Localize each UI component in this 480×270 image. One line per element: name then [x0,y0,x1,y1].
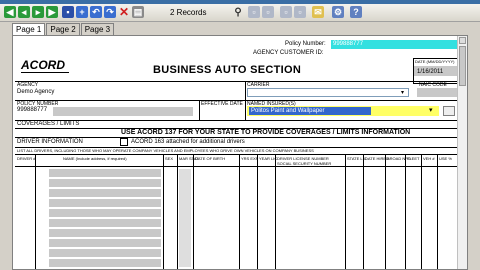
col-use-pct: USE % [439,156,452,161]
driver-name-field[interactable] [49,199,161,207]
divider-line [15,120,459,121]
tab-page-2[interactable]: Page 2 [46,23,80,35]
agency-customer-id-field[interactable] [331,49,459,57]
column-divider [421,154,422,269]
last-record-icon[interactable]: ▶ [46,6,58,18]
policy-number-field[interactable]: 999888777 [331,40,459,49]
column-divider [437,154,438,269]
vertical-scrollbar[interactable] [457,36,467,269]
acord-163-label: ACORD 163 attached for additional driver… [131,139,245,145]
driver-name-field[interactable] [49,229,161,237]
divider-line [245,81,246,121]
form-page: Policy Number: 999888777 AGENCY CUSTOMER… [12,35,468,270]
lookup-button[interactable] [443,106,455,116]
chevron-down-icon[interactable]: ▾ [401,89,404,96]
naic-field[interactable] [417,88,459,97]
policy-number-label: Policy Number: [285,41,326,47]
driver-name-field[interactable] [49,219,161,227]
col-fleet: FLEET [407,156,420,161]
effective-date-label: EFFECTIVE DATE [201,101,243,107]
agency-value[interactable]: Demo Agency [17,89,54,95]
agency-label: AGENCY [17,82,39,88]
column-divider [385,154,386,269]
paste-icon[interactable]: ▫ [280,6,292,18]
column-divider [193,154,194,269]
col-license-num: DRIVER LICENSE NUMBER SOCIAL SECURITY NU… [277,156,332,166]
column-divider [35,154,36,269]
divider-line [15,137,459,138]
policy-number-box-value[interactable]: 999888777 [17,107,47,113]
column-divider [163,154,164,269]
redo-icon[interactable]: ↷ [104,6,116,18]
date-value[interactable]: 1/16/2011 [417,69,443,75]
col-sex: SEX [165,156,174,161]
next-record-icon[interactable]: ▸ [32,6,44,18]
driver-name-field[interactable] [49,259,161,267]
record-count: 2 Records [170,8,207,17]
date-label: DATE (MM/DD/YYYY) [415,59,455,64]
scroll-thumb[interactable] [459,46,466,86]
page-title: BUSINESS AUTO SECTION [153,64,302,76]
col-yrs-exp: YRS EXP [241,156,259,161]
page-tabs: Page 1 Page 2 Page 3 [12,23,115,36]
driver-name-field[interactable] [49,169,161,177]
column-divider [345,154,346,269]
mail-icon[interactable]: ✉ [312,6,324,18]
tab-page-3[interactable]: Page 3 [80,23,115,35]
prev-record-icon[interactable]: ◂ [18,6,30,18]
col-name: NAME (Include address, if required) [63,156,127,161]
column-divider [363,154,364,269]
logo-underline [21,72,69,73]
coverages-instruction: USE ACORD 137 FOR YOUR STATE TO PROVIDE … [121,129,411,136]
save-icon[interactable]: ▪ [62,6,74,18]
driver-info-header: DRIVER INFORMATION [17,139,83,145]
driver-list-instruction: LIST ALL DRIVERS, INCLUDING THOSE WHO MA… [17,148,314,153]
driver-name-field[interactable] [49,209,161,217]
divider-line [15,81,459,82]
column-divider [177,154,178,269]
col-driver: DRIVER # [17,156,36,161]
divider-line [15,166,459,167]
coverages-header: COVERAGES / LIMITS [17,121,80,127]
scroll-up-icon[interactable] [459,37,466,44]
policy-number-ext-field[interactable] [53,107,193,116]
copy-icon[interactable]: ▫ [262,6,274,18]
named-insured-value[interactable]: Politos Paint and Wallpaper [249,107,371,115]
driver-name-field[interactable] [49,239,161,247]
carrier-select[interactable] [247,88,409,97]
column-divider [239,154,240,269]
attach-icon[interactable]: ▫ [294,6,306,18]
marital-status-cells[interactable] [179,169,191,267]
divider-line [199,100,200,121]
settings-icon[interactable]: ⚙ [332,6,344,18]
col-dob: DATE OF BIRTH [195,156,226,161]
new-record-icon[interactable]: + [76,6,88,18]
chevron-down-icon[interactable]: ▾ [429,106,433,114]
driver-name-field[interactable] [49,189,161,197]
undo-icon[interactable]: ↶ [90,6,102,18]
driver-name-field[interactable] [49,179,161,187]
column-divider [275,154,276,269]
acord-163-checkbox[interactable] [120,138,128,146]
column-divider [405,154,406,269]
help-icon[interactable]: ? [350,6,362,18]
agency-customer-id-label: AGENCY CUSTOMER ID: [253,50,324,56]
delete-icon[interactable]: ✕ [118,5,130,19]
print-icon[interactable]: ▤ [132,6,144,18]
zoom-icon[interactable]: ▫ [248,6,260,18]
acord-logo: ACORD [21,58,65,72]
col-veh-num: VEH # [423,156,435,161]
column-divider [257,154,258,269]
toolbar: ◀ ◂ ▸ ▶ ▪ + ↶ ↷ ✕ ▤ 2 Records ⚲ ▫ ▫ ▫ ▫ … [0,4,480,22]
divider-line [15,154,459,155]
search-icon[interactable]: ⚲ [232,6,244,18]
driver-name-field[interactable] [49,249,161,257]
first-record-icon[interactable]: ◀ [4,6,16,18]
